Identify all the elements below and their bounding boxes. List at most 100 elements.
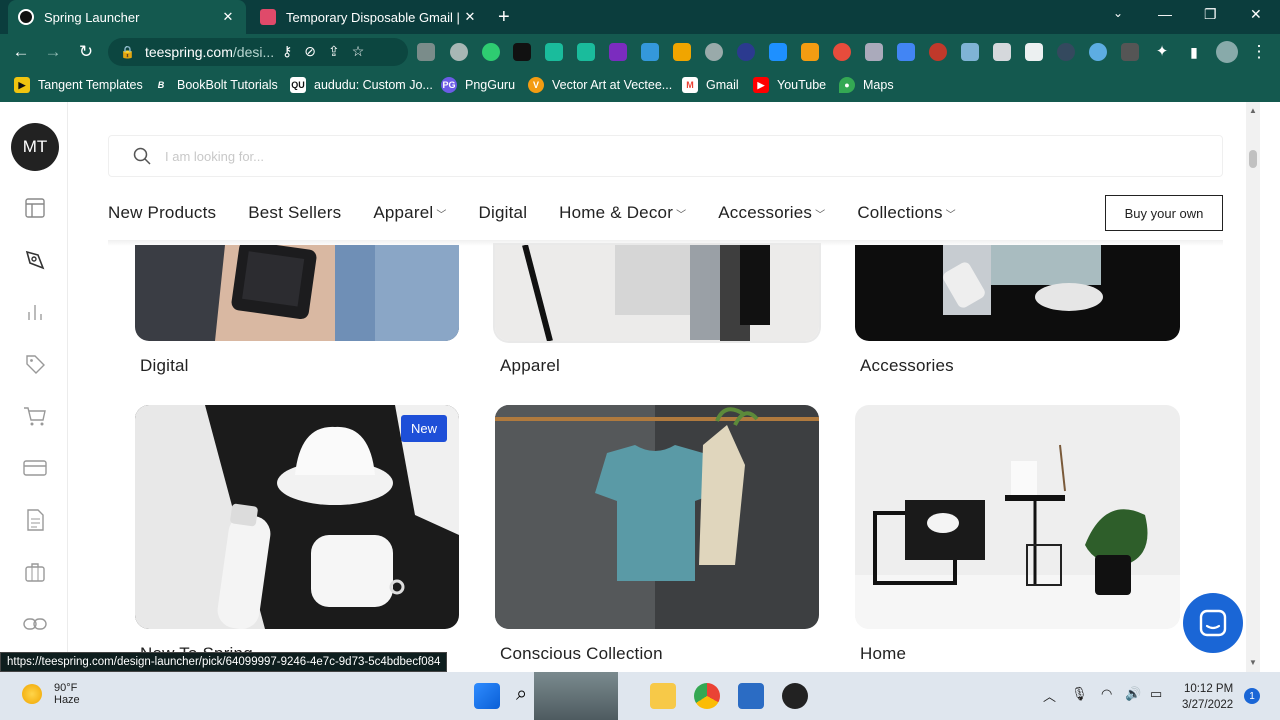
bookmark-star-icon[interactable]: ☆ [352, 43, 365, 60]
bookmark-maps[interactable]: ● Maps [839, 77, 894, 93]
extension-amz-icon[interactable] [1121, 43, 1139, 61]
bookmark-youtube[interactable]: ▶ YouTube [753, 77, 826, 93]
battery-icon[interactable]: ▭ [1150, 686, 1162, 702]
bookmark-pngguru[interactable]: PG PngGuru [441, 77, 515, 93]
apparel-product-image [495, 245, 819, 341]
tab-search-icon[interactable]: ⌄ [1113, 6, 1123, 20]
user-avatar[interactable]: MT [11, 123, 59, 171]
minimize-icon[interactable]: — [1158, 6, 1172, 22]
tray-overflow-icon[interactable]: ︿ [1043, 686, 1056, 705]
extension-doc-icon[interactable] [641, 43, 659, 61]
chat-support-button[interactable] [1183, 593, 1243, 653]
buy-your-own-button[interactable]: Buy your own [1105, 195, 1223, 231]
nav-new-products[interactable]: New Products [108, 203, 216, 223]
scroll-down-icon[interactable]: ▼ [1249, 658, 1257, 667]
extension-shirt-icon[interactable] [545, 43, 563, 61]
extension-colorful-icon[interactable] [833, 43, 851, 61]
restore-icon[interactable]: ❐ [1204, 6, 1217, 23]
extension-dark-icon[interactable] [1057, 43, 1075, 61]
tab-spring-launcher[interactable]: Spring Launcher ✕ [8, 0, 246, 34]
card-icon[interactable] [22, 455, 48, 481]
tag-icon[interactable] [22, 351, 48, 377]
url-path: /desi... [232, 44, 275, 60]
back-icon[interactable]: ← [10, 41, 32, 63]
menu-kebab-icon[interactable]: ⋮ [1248, 41, 1270, 63]
extension-image-icon[interactable] [961, 43, 979, 61]
bookmark-vecteezy[interactable]: V Vector Art at Vectee... [528, 77, 672, 93]
nav-best-sellers[interactable]: Best Sellers [248, 203, 341, 223]
extension-gray-icon[interactable] [705, 43, 723, 61]
extension-tshirt-icon[interactable] [993, 43, 1011, 61]
taskbar-clock[interactable]: 10:12 PM 3/27/2022 [1182, 681, 1233, 713]
extension-play-icon[interactable] [417, 43, 435, 61]
outlook-icon[interactable] [738, 683, 764, 709]
nav-home-decor[interactable]: Home & Decor ﹀ [559, 203, 686, 223]
file-explorer-icon[interactable] [650, 683, 676, 709]
card-accessories[interactable] [855, 245, 1180, 341]
bookmark-bookbolt[interactable]: B BookBolt Tutorials [153, 77, 278, 93]
product-search-bar[interactable] [108, 135, 1223, 177]
windows-start-icon[interactable] [474, 683, 500, 709]
chrome-icon[interactable] [694, 683, 720, 709]
nav-digital[interactable]: Digital [479, 203, 528, 223]
extension-orange-icon[interactable] [801, 43, 819, 61]
tab-temp-gmail[interactable]: Temporary Disposable Gmail | Te ✕ [250, 0, 488, 34]
cart-icon[interactable] [22, 403, 48, 429]
extension-drop-icon[interactable] [1089, 43, 1107, 61]
design-pen-icon[interactable] [22, 247, 48, 273]
nav-accessories[interactable]: Accessories ﹀ [718, 203, 825, 223]
extension-expand-icon[interactable] [865, 43, 883, 61]
close-window-icon[interactable]: ✕ [1250, 6, 1262, 23]
extension-translate-icon[interactable] [897, 43, 915, 61]
nav-apparel[interactable]: Apparel ﹀ [373, 203, 446, 223]
analytics-icon[interactable] [22, 299, 48, 325]
lock-icon: 🔒 [120, 45, 135, 59]
bookmark-gmail[interactable]: M Gmail [682, 77, 739, 93]
extension-badge-icon[interactable] [450, 43, 468, 61]
page-scrollbar[interactable]: ▲ ▼ [1246, 102, 1260, 672]
card-digital[interactable] [135, 245, 459, 341]
card-apparel[interactable] [495, 245, 819, 341]
microphone-icon[interactable]: 🎙 [1071, 686, 1088, 702]
extension-chart-icon[interactable] [769, 43, 787, 61]
bookmark-aududu[interactable]: QU aududu: Custom Jo... [290, 77, 433, 93]
close-tab-icon[interactable]: ✕ [462, 9, 478, 25]
new-tab-icon[interactable]: + [498, 6, 510, 29]
bookmark-tangent[interactable]: ▶ Tangent Templates [14, 77, 143, 93]
key-icon[interactable]: ⚷ [282, 43, 292, 60]
document-icon[interactable] [22, 507, 48, 533]
card-home[interactable] [855, 405, 1180, 629]
obs-icon[interactable] [782, 683, 808, 709]
extension-cookie-icon[interactable] [929, 43, 947, 61]
profile-avatar[interactable] [1216, 41, 1238, 63]
extension-search-icon[interactable] [482, 43, 500, 61]
layout-icon[interactable] [22, 195, 48, 221]
scroll-up-icon[interactable]: ▲ [1249, 106, 1257, 115]
weather-widget[interactable]: 90°F Haze [22, 682, 80, 706]
volume-icon[interactable]: 🔊 [1125, 686, 1141, 702]
left-sidebar: MT [0, 102, 68, 672]
forward-icon[interactable]: → [42, 41, 64, 63]
wifi-icon[interactable]: ◠ [1101, 686, 1112, 702]
side-panel-icon[interactable]: ▮ [1183, 41, 1205, 63]
scrollbar-thumb[interactable] [1249, 150, 1257, 168]
extension-box-icon[interactable] [673, 43, 691, 61]
link-icon[interactable] [22, 611, 48, 637]
card-label-digital: Digital [140, 356, 189, 375]
extension-n-icon[interactable] [513, 43, 531, 61]
extension-doc2-icon[interactable] [1025, 43, 1043, 61]
extension-purple-icon[interactable] [609, 43, 627, 61]
page-viewport: MT I am looking for... New Products Best… [0, 102, 1280, 672]
extensions-puzzle-icon[interactable]: ✦ [1151, 41, 1173, 63]
reload-icon[interactable]: ↻ [75, 41, 97, 63]
extension-shirt2-icon[interactable] [577, 43, 595, 61]
notification-count[interactable]: 1 [1244, 688, 1260, 704]
share-icon[interactable]: ⇪ [328, 43, 340, 60]
close-tab-icon[interactable]: ✕ [220, 9, 236, 25]
tracking-off-icon[interactable]: ⊘ [304, 43, 316, 60]
extension-download-icon[interactable] [737, 43, 755, 61]
nav-collections[interactable]: Collections ﹀ [857, 203, 956, 223]
search-input[interactable] [165, 148, 1065, 164]
briefcase-icon[interactable] [22, 559, 48, 585]
card-conscious-collection[interactable] [495, 405, 819, 629]
